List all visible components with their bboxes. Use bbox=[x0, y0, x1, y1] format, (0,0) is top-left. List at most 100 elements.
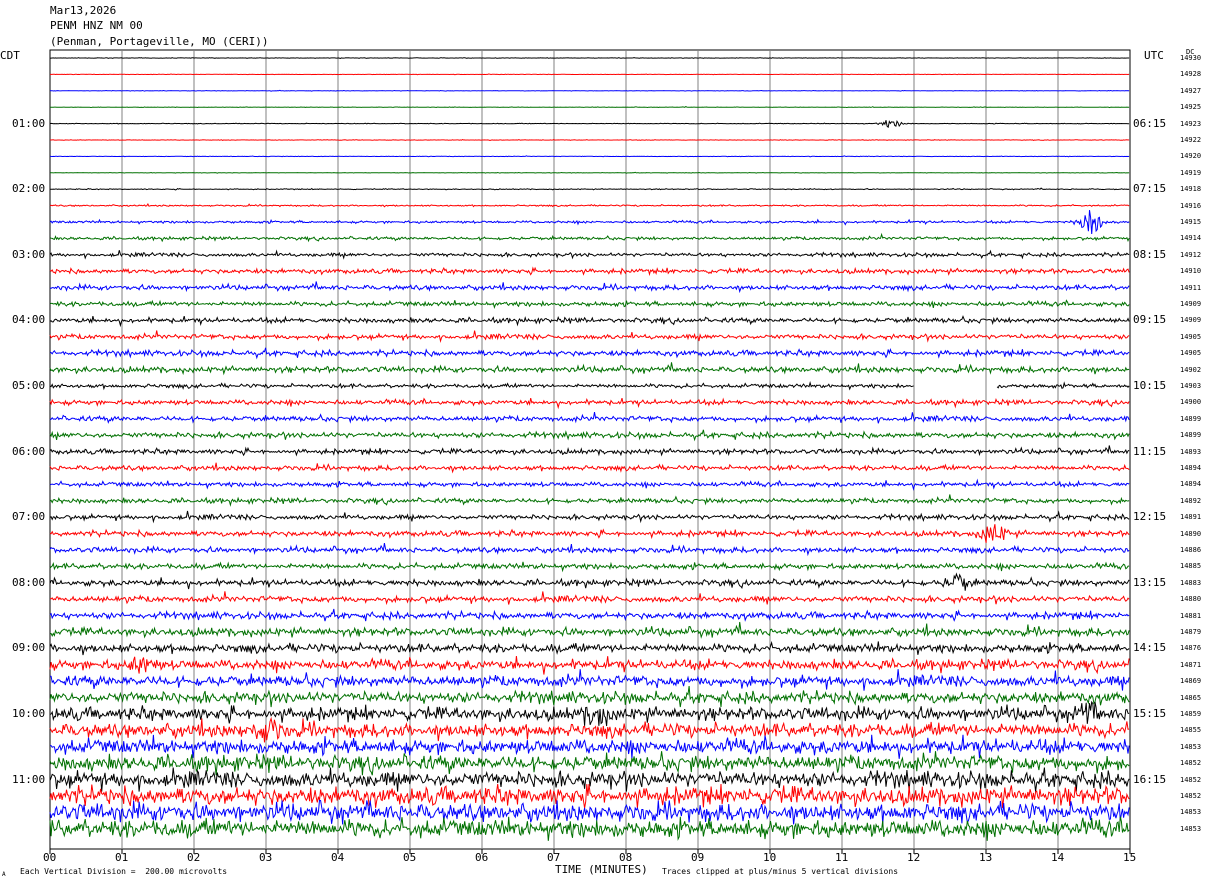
plot-frame bbox=[49, 49, 1131, 850]
dc-offset-label: 14927 bbox=[1180, 86, 1202, 95]
dc-offset-label: 14865 bbox=[1180, 693, 1202, 702]
dc-offset-label: 14919 bbox=[1180, 168, 1202, 177]
dc-offset-label: 14859 bbox=[1180, 710, 1202, 718]
trace-6 bbox=[49, 139, 1130, 142]
dc-offset-label: 14925 bbox=[1180, 103, 1202, 112]
dc-offset-label: 14876 bbox=[1180, 644, 1202, 653]
x-tick-label: 00 bbox=[43, 851, 57, 864]
trace-21 bbox=[49, 380, 1130, 391]
trace-18 bbox=[49, 330, 1130, 343]
trace-16 bbox=[49, 299, 1130, 310]
hour-label-cdt: 02:00 bbox=[12, 182, 46, 196]
dc-offset-label: 14852 bbox=[1180, 759, 1202, 768]
hour-label-utc: 15:15 bbox=[1133, 707, 1167, 720]
trace-29 bbox=[49, 510, 1130, 524]
trace-38 bbox=[49, 656, 1130, 675]
seismogram-chart bbox=[49, 49, 1131, 854]
hour-label-cdt: 08:00 bbox=[12, 575, 46, 589]
trace-39 bbox=[49, 669, 1130, 691]
dc-offset-label: 14909 bbox=[1180, 316, 1202, 325]
hour-label-utc: 10:15 bbox=[1133, 379, 1167, 392]
trace-17 bbox=[49, 315, 1130, 328]
dc-offset-label: 14905 bbox=[1180, 332, 1202, 341]
hour-label-cdt: 07:00 bbox=[12, 510, 46, 524]
trace-35 bbox=[49, 608, 1130, 622]
trace-11 bbox=[49, 210, 1130, 235]
dc-offset-label: 14923 bbox=[1180, 119, 1202, 128]
dc-offset-label: 14920 bbox=[1180, 152, 1202, 161]
dc-offset-label: 14915 bbox=[1180, 218, 1202, 226]
x-tick-label: 13 bbox=[979, 851, 993, 864]
x-tick-label: 01 bbox=[115, 851, 129, 864]
hour-label-cdt: 09:00 bbox=[12, 641, 46, 655]
x-tick-label: 14 bbox=[1051, 851, 1065, 864]
dc-offset-label: 14881 bbox=[1180, 611, 1202, 620]
trace-30 bbox=[49, 524, 1130, 543]
dc-offset-label: 14853 bbox=[1180, 808, 1202, 817]
dc-offset-label: 14922 bbox=[1180, 136, 1202, 144]
trace-8 bbox=[49, 171, 1130, 174]
trace-1 bbox=[49, 57, 1130, 60]
hour-label-utc: 06:15 bbox=[1133, 116, 1167, 130]
trace-15 bbox=[49, 281, 1130, 294]
trace-44 bbox=[49, 751, 1130, 776]
x-tick-label: 06 bbox=[475, 851, 489, 864]
x-tick-label: 09 bbox=[691, 851, 705, 864]
hour-label-utc: 13:15 bbox=[1133, 575, 1167, 589]
dc-offset-label: 14894 bbox=[1180, 464, 1202, 472]
dc-offset-label: 14891 bbox=[1180, 513, 1202, 522]
hour-label-cdt: 03:00 bbox=[12, 247, 46, 261]
hour-label-utc: 16:15 bbox=[1133, 772, 1167, 786]
trace-25 bbox=[49, 445, 1130, 457]
trace-31 bbox=[49, 543, 1130, 557]
trace-12 bbox=[49, 232, 1130, 243]
hour-label-utc: 12:15 bbox=[1133, 510, 1167, 524]
dc-offset-label: 14928 bbox=[1180, 70, 1202, 79]
trace-40 bbox=[49, 686, 1130, 708]
hour-label-utc: 11:15 bbox=[1133, 444, 1167, 458]
hour-label-cdt: 11:00 bbox=[12, 772, 46, 786]
x-tick-label: 15 bbox=[1123, 851, 1137, 864]
dc-offset-label: 14903 bbox=[1180, 382, 1202, 390]
trace-47 bbox=[49, 799, 1130, 825]
hour-label-utc: 07:15 bbox=[1133, 182, 1167, 196]
x-tick-label: 10 bbox=[763, 851, 777, 864]
clip-note: Traces clipped at plus/minus 5 vertical … bbox=[662, 867, 899, 876]
dc-offset-label: 14852 bbox=[1180, 775, 1202, 784]
x-tick-label: 04 bbox=[331, 851, 345, 864]
trace-3 bbox=[49, 89, 1130, 92]
x-tick-label: 12 bbox=[907, 851, 921, 864]
trace-2 bbox=[49, 73, 1130, 76]
dc-offset-label: 14869 bbox=[1180, 677, 1202, 686]
trace-20 bbox=[49, 362, 1130, 376]
x-tick-label: 05 bbox=[403, 851, 417, 864]
dc-offset-label: 14879 bbox=[1180, 628, 1202, 636]
hour-label-cdt: 04:00 bbox=[12, 313, 46, 327]
dc-offset-label: 14871 bbox=[1180, 660, 1202, 669]
hour-label-cdt: 10:00 bbox=[12, 707, 46, 720]
trace-34 bbox=[49, 591, 1130, 606]
dc-offset-label: 14899 bbox=[1180, 414, 1202, 423]
hour-label-cdt: 01:00 bbox=[12, 116, 46, 130]
trace-32 bbox=[49, 561, 1130, 573]
trace-23 bbox=[49, 412, 1130, 424]
dc-offset-label: 14855 bbox=[1180, 726, 1202, 735]
hour-label-utc: 14:15 bbox=[1133, 641, 1167, 655]
x-tick-label: 03 bbox=[259, 851, 273, 864]
trace-4 bbox=[49, 106, 1130, 109]
scale-note: Each Vertical Division = 200.00 microvol… bbox=[20, 867, 228, 876]
trace-14 bbox=[49, 266, 1130, 277]
dc-offset-label: 14930 bbox=[1180, 54, 1202, 62]
trace-5 bbox=[49, 120, 1130, 129]
trace-27 bbox=[49, 478, 1130, 491]
dc-offset-label: 14905 bbox=[1180, 349, 1202, 358]
dc-offset-label: 14902 bbox=[1180, 365, 1202, 374]
dc-offset-label: 14883 bbox=[1180, 578, 1202, 587]
trace-7 bbox=[49, 155, 1130, 158]
dc-offset-label: 14853 bbox=[1180, 742, 1202, 751]
corner-mark: A bbox=[2, 871, 6, 878]
dc-offset-label: 14909 bbox=[1180, 300, 1202, 308]
x-axis-title: TIME (MINUTES) bbox=[555, 863, 648, 876]
dc-offset-label: 14910 bbox=[1180, 267, 1202, 276]
dc-offset-label: 14911 bbox=[1180, 283, 1202, 292]
